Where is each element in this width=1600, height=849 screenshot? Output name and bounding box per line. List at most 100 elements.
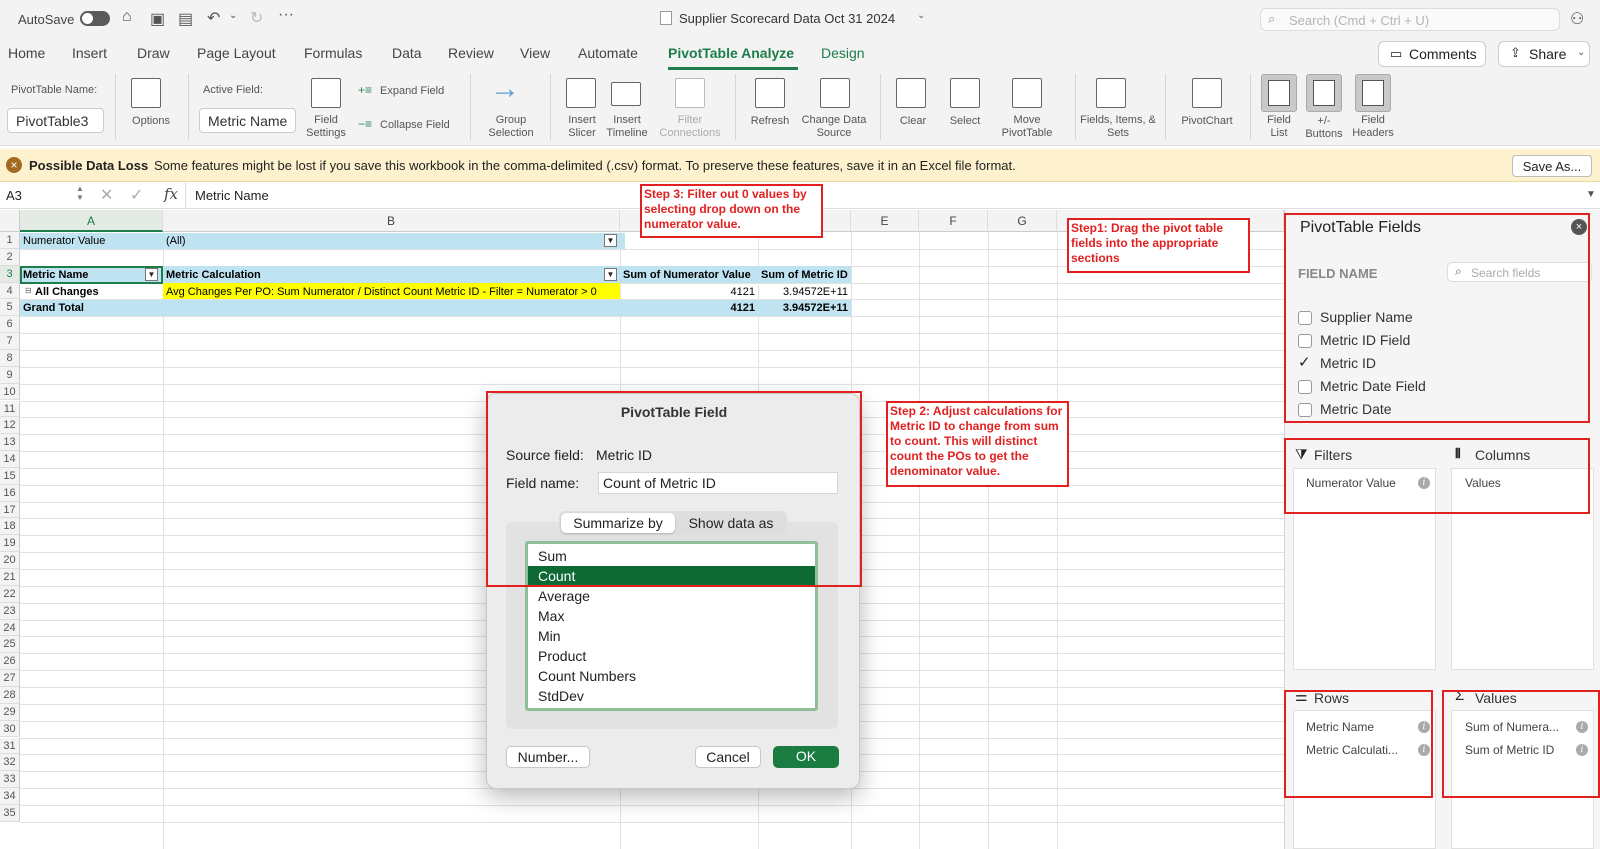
autosave-toggle[interactable] <box>80 11 110 26</box>
change-data-source-button[interactable]: Change Data Source <box>798 114 870 140</box>
field-headers-icon[interactable] <box>1355 74 1391 112</box>
function-icon[interactable]: fx <box>164 185 178 203</box>
row-header[interactable]: 20 <box>0 552 20 569</box>
menu-formulas[interactable]: Formulas <box>304 45 362 61</box>
row-header[interactable]: 19 <box>0 535 20 553</box>
clear-button[interactable]: Clear <box>893 115 933 128</box>
row-header[interactable]: 24 <box>0 619 20 637</box>
options-icon[interactable] <box>131 78 161 108</box>
account-icon[interactable]: ⚇ <box>1570 9 1584 29</box>
row-header[interactable]: 9 <box>0 366 20 384</box>
chevron-down-icon[interactable]: ⌄ <box>917 10 925 21</box>
menu-pivottable-analyze[interactable]: PivotTable Analyze <box>668 45 794 61</box>
cancel-button[interactable]: Cancel <box>695 746 761 768</box>
grand-total-metric-id[interactable]: 3.94572E+11 <box>759 302 851 314</box>
metric-calculation-filter-icon[interactable]: ▼ <box>604 268 617 281</box>
row-header[interactable]: 4 <box>0 282 20 300</box>
plus-minus-buttons-icon[interactable] <box>1306 74 1342 112</box>
close-icon[interactable]: × <box>6 157 22 173</box>
sum-numerator-value[interactable]: 4121 <box>621 286 758 298</box>
group-selection-icon[interactable]: → <box>490 72 520 106</box>
move-pivottable-button[interactable]: Move PivotTable <box>998 114 1056 140</box>
metric-calculation-value[interactable]: Avg Changes Per PO: Sum Numerator / Dist… <box>164 286 619 298</box>
option-max[interactable]: Max <box>528 606 815 626</box>
collapse-field-button[interactable]: Collapse Field <box>380 119 450 132</box>
row-header[interactable]: 2 <box>0 248 20 266</box>
menu-insert[interactable]: Insert <box>72 45 107 61</box>
row-header[interactable]: 17 <box>0 501 20 519</box>
row-header[interactable]: 10 <box>0 383 20 401</box>
save-icon[interactable]: ▣ <box>150 9 165 29</box>
col-header-a[interactable]: A <box>20 210 163 232</box>
pivottable-name-input[interactable]: PivotTable3 <box>7 108 104 133</box>
col-header-g[interactable]: G <box>988 210 1057 232</box>
expand-formula-icon[interactable]: ▼ <box>1586 189 1596 200</box>
plus-minus-buttons-button[interactable]: +/- Buttons <box>1302 115 1346 141</box>
clear-icon[interactable] <box>896 78 926 108</box>
refresh-icon[interactable] <box>755 78 785 108</box>
row-header[interactable]: 30 <box>0 720 20 738</box>
formula-input[interactable]: Metric Name <box>195 188 269 203</box>
row-header[interactable]: 15 <box>0 467 20 485</box>
filter-field-value[interactable]: (All) <box>164 235 564 247</box>
fields-items-sets-icon[interactable] <box>1096 78 1126 108</box>
row-header[interactable]: 11 <box>0 400 20 418</box>
row-header[interactable]: 27 <box>0 670 20 687</box>
pivot-header-sum-metric-id[interactable]: Sum of Metric ID <box>759 269 851 281</box>
row-header[interactable]: 7 <box>0 333 20 350</box>
select-icon[interactable] <box>950 78 980 108</box>
row-header[interactable]: 32 <box>0 754 20 772</box>
collapse-icon[interactable]: ⊟ <box>25 286 32 295</box>
option-count-numbers[interactable]: Count Numbers <box>528 666 815 686</box>
pivotchart-icon[interactable] <box>1192 78 1222 108</box>
pivot-header-metric-name[interactable]: Metric Name <box>21 269 146 281</box>
group-selection-button[interactable]: Group Selection <box>483 114 539 140</box>
row-header[interactable]: 14 <box>0 451 20 468</box>
name-box-stepper-icon[interactable]: ▲ ▼ <box>76 184 84 202</box>
more-icon[interactable]: ··· <box>278 6 294 24</box>
row-header[interactable]: 6 <box>0 316 20 334</box>
row-header[interactable]: 12 <box>0 417 20 435</box>
col-header-e[interactable]: E <box>851 210 919 232</box>
insert-timeline-button[interactable]: Insert Timeline <box>604 114 650 140</box>
row-header[interactable]: 25 <box>0 636 20 654</box>
search-input[interactable]: Search (Cmd + Ctrl + U) <box>1260 8 1560 31</box>
home-icon[interactable]: ⌂ <box>122 8 132 26</box>
change-data-source-icon[interactable] <box>820 78 850 108</box>
row-header[interactable]: 1 <box>0 232 20 249</box>
grand-total-numerator[interactable]: 4121 <box>621 302 758 314</box>
undo-icon[interactable]: ↶ <box>207 8 220 28</box>
pivot-header-sum-numerator[interactable]: Sum of Numerator Value <box>621 269 758 281</box>
move-pivottable-icon[interactable] <box>1012 78 1042 108</box>
field-list-icon[interactable] <box>1261 74 1297 112</box>
menu-review[interactable]: Review <box>448 45 494 61</box>
sum-metric-id-value[interactable]: 3.94572E+11 <box>759 286 851 298</box>
row-header[interactable]: 18 <box>0 518 20 536</box>
row-header[interactable]: 16 <box>0 484 20 502</box>
menu-automate[interactable]: Automate <box>578 45 638 61</box>
menu-view[interactable]: View <box>520 45 550 61</box>
row-header[interactable]: 35 <box>0 804 20 822</box>
col-header-b[interactable]: B <box>163 210 620 232</box>
row-header[interactable]: 31 <box>0 737 20 755</box>
refresh-button[interactable]: Refresh <box>745 115 795 128</box>
row-all-changes[interactable]: All Changes <box>33 286 161 298</box>
row-header[interactable]: 33 <box>0 771 20 789</box>
select-all-corner[interactable] <box>0 210 20 232</box>
expand-field-button[interactable]: Expand Field <box>380 85 444 98</box>
filter-field-name[interactable]: Numerator Value <box>21 235 161 247</box>
undo-dropdown-icon[interactable]: ⌄ <box>229 10 237 21</box>
save-as-icon[interactable]: ▤ <box>178 9 193 29</box>
fields-items-sets-button[interactable]: Fields, Items, & Sets <box>1080 114 1156 140</box>
save-as-button[interactable]: Save As... <box>1512 155 1592 177</box>
insert-slicer-button[interactable]: Insert Slicer <box>560 114 604 140</box>
menu-draw[interactable]: Draw <box>137 45 170 61</box>
options-button[interactable]: Options <box>128 115 174 128</box>
numerator-filter-dropdown[interactable]: ▼ <box>604 234 617 247</box>
name-box[interactable]: A3 <box>6 188 76 203</box>
row-header[interactable]: 29 <box>0 703 20 721</box>
col-header-f[interactable]: F <box>919 210 988 232</box>
field-settings-button[interactable]: Field Settings <box>301 114 351 140</box>
option-stddev[interactable]: StdDev <box>528 686 815 706</box>
share-chevron-icon[interactable]: ⌄ <box>1577 47 1585 58</box>
